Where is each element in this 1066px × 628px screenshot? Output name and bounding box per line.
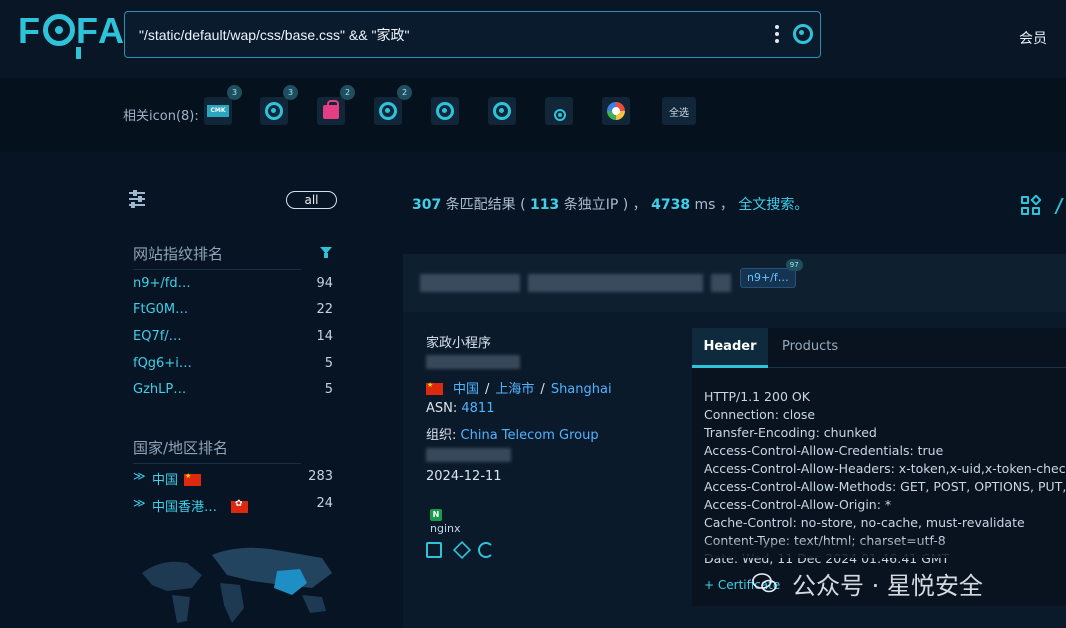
fofa-q-icon[interactable]: 2: [374, 85, 412, 125]
hong-kong-flag-icon: [231, 499, 249, 513]
nginx-icon: N: [430, 509, 442, 521]
detail-panel: Header Products HTTP/1.1 200 OK Connecti…: [692, 328, 1066, 606]
world-map[interactable]: [132, 533, 342, 628]
header-fade: [692, 538, 1066, 558]
fingerprint-count: 5: [324, 382, 333, 397]
tag-count-badge: 97: [785, 259, 803, 271]
org-link[interactable]: China Telecom Group: [461, 428, 599, 443]
divider: [133, 463, 301, 464]
fingerprint-count: 22: [316, 302, 333, 317]
icon-count-badge: 2: [397, 85, 412, 100]
select-all-label: 全选: [669, 108, 689, 119]
fingerprint-count: 5: [324, 356, 333, 371]
country-label[interactable]: 中国香港…: [152, 496, 249, 515]
redacted-host: [528, 274, 703, 292]
filter-funnel-icon[interactable]: [320, 247, 332, 259]
update-date: 2024-12-11: [426, 469, 502, 484]
colorful-pinwheel-icon[interactable]: [602, 97, 630, 125]
icon-count-badge: 3: [227, 85, 242, 100]
icon-count-badge: 3: [283, 85, 298, 100]
country-count: 283: [308, 469, 333, 484]
grid-view-icon[interactable]: [1021, 194, 1042, 216]
fulltext-search-link[interactable]: 全文搜索。: [738, 197, 808, 213]
fofa-q-icon[interactable]: [488, 97, 516, 125]
fofa-logo[interactable]: F FA: [18, 10, 126, 59]
left-sidebar: all 网站指纹排名 n9+/fd… 94 FtG0M… 22 EQ7f/… 1…: [120, 175, 345, 628]
fingerprint-label[interactable]: n9+/fd…: [133, 276, 191, 291]
target-ring-icon[interactable]: [545, 97, 573, 125]
top-bar: FFA 会员: [0, 0, 1066, 78]
server-tag[interactable]: Nnginx: [426, 506, 461, 535]
more-options-icon[interactable]: [774, 25, 780, 45]
redacted-ip: [426, 355, 520, 369]
search-icon[interactable]: [793, 24, 813, 44]
fingerprint-tag[interactable]: n9+/f… 97: [740, 259, 803, 288]
city-link[interactable]: 上海市: [495, 382, 534, 397]
country-row[interactable]: ≫ 中国 283: [133, 469, 333, 488]
related-icons-bar: 相关icon(8): CMK 3 3 2 2 全选: [0, 78, 1066, 152]
result-card-header: n9+/f… 97: [403, 254, 1066, 312]
redacted-host: [420, 274, 520, 292]
member-link[interactable]: 会员: [1019, 28, 1047, 48]
fingerprint-row[interactable]: FtG0M… 22: [133, 302, 333, 320]
redacted-port: [426, 448, 511, 462]
fingerprint-row[interactable]: fQg6+i… 5: [133, 356, 333, 374]
china-flag-icon: [426, 381, 443, 395]
asn-line: ASN: 4811: [426, 401, 495, 416]
location: 中国/上海市/Shanghai: [426, 378, 612, 397]
country-label[interactable]: 中国: [152, 469, 202, 488]
country-row[interactable]: ≫ 中国香港… 24: [133, 496, 333, 515]
result-stats: 307 条匹配结果 ( 113 条独立IP ) ， 4738 ms ， 全文搜索…: [412, 197, 809, 213]
double-chevron-right-icon: ≫: [133, 496, 146, 510]
tab-header[interactable]: Header: [692, 328, 768, 368]
refresh-icon[interactable]: [478, 542, 494, 558]
expand-icon[interactable]: [1054, 198, 1066, 214]
cube-icon[interactable]: [452, 540, 472, 560]
redacted-host: [711, 274, 731, 292]
sliders-icon[interactable]: [129, 190, 145, 208]
fingerprint-count: 14: [316, 329, 333, 344]
org-line: 组织: China Telecom Group: [426, 428, 599, 443]
fingerprint-row[interactable]: n9+/fd… 94: [133, 276, 333, 294]
fofa-q-icon[interactable]: 3: [260, 85, 298, 125]
city-en-link[interactable]: Shanghai: [551, 382, 612, 397]
country-count: 24: [316, 496, 333, 511]
all-toggle-button[interactable]: all: [286, 191, 337, 209]
fingerprint-count: 94: [316, 276, 333, 291]
related-icons-label: 相关icon(8):: [123, 109, 199, 124]
cmk-icon-text: CMK: [207, 105, 229, 117]
fingerprint-ranking-title: 网站指纹排名: [133, 245, 224, 263]
asn-link[interactable]: 4811: [461, 401, 494, 416]
shopping-bag-icon[interactable]: 2: [317, 85, 355, 125]
site-title: 家政小程序: [426, 336, 492, 351]
watermark-text: 公众号 · 星悦安全: [792, 572, 983, 600]
fingerprint-label[interactable]: fQg6+i…: [133, 356, 192, 371]
fingerprint-label[interactable]: FtG0M…: [133, 302, 188, 317]
fingerprint-row[interactable]: GzhLP… 5: [133, 382, 333, 400]
fofa-q-icon[interactable]: [431, 97, 459, 125]
search-input[interactable]: [139, 24, 739, 46]
select-all-button[interactable]: 全选: [662, 97, 696, 125]
divider: [133, 269, 301, 270]
fingerprint-row[interactable]: EQ7f/… 14: [133, 329, 333, 347]
country-link[interactable]: 中国: [453, 382, 479, 397]
fingerprint-label[interactable]: GzhLP…: [133, 382, 186, 397]
country-ranking-title: 国家/地区排名: [133, 439, 229, 457]
cmk-icon[interactable]: CMK 3: [204, 85, 242, 125]
china-flag-icon: [184, 472, 202, 486]
tab-products[interactable]: Products: [782, 328, 838, 368]
double-chevron-right-icon: ≫: [133, 469, 146, 483]
wechat-icon: [752, 573, 777, 593]
icon-count-badge: 2: [340, 85, 355, 100]
code-icon[interactable]: [426, 542, 442, 558]
search-box: [124, 11, 821, 58]
detail-tabs: Header Products: [692, 328, 1066, 368]
fingerprint-label[interactable]: EQ7f/…: [133, 329, 182, 344]
